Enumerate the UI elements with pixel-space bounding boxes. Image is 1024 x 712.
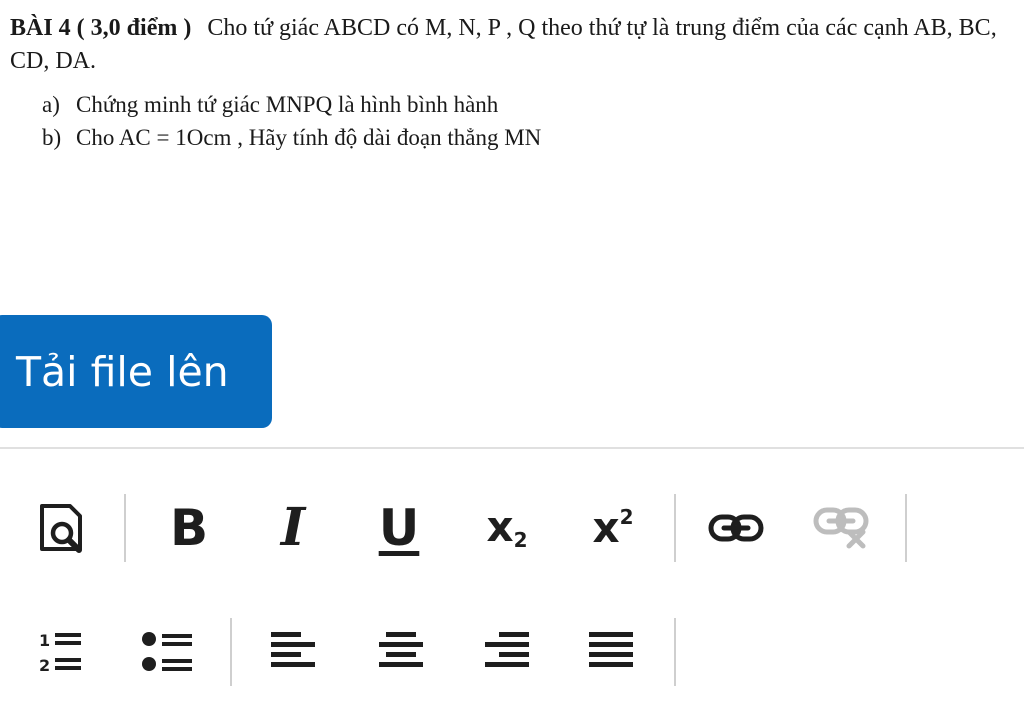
underline-icon: U: [378, 499, 420, 557]
bullet-list-button[interactable]: [128, 612, 208, 692]
link-icon: [708, 513, 764, 543]
link-button[interactable]: [696, 488, 776, 568]
align-center-button[interactable]: [361, 612, 441, 692]
align-justify-button[interactable]: [571, 612, 651, 692]
part-mark: b): [42, 125, 62, 150]
part-mark: a): [42, 92, 60, 117]
unlink-icon: [813, 506, 871, 550]
question-part-b: b) Cho AC = 1Ocm , Hãy tính độ dài đoạn …: [42, 121, 1010, 154]
unlink-button[interactable]: [802, 488, 882, 568]
italic-button[interactable]: I: [253, 488, 333, 568]
editor-toolbar-row-2: 1 2: [0, 612, 1024, 692]
preview-icon: [38, 503, 86, 553]
align-center-icon: [377, 630, 425, 674]
svg-text:2: 2: [39, 656, 50, 675]
svg-text:1: 1: [39, 631, 50, 650]
upload-file-button[interactable]: Tải file lên: [0, 315, 272, 428]
align-left-icon: [269, 630, 317, 674]
editor-top-divider: [0, 447, 1024, 449]
align-right-button[interactable]: [467, 612, 547, 692]
bold-button[interactable]: B: [149, 488, 229, 568]
align-right-icon: [483, 630, 531, 674]
superscript-icon: x2: [592, 503, 634, 552]
align-left-button[interactable]: [253, 612, 333, 692]
align-justify-icon: [587, 630, 635, 674]
question-block: BÀI 4 ( 3,0 điểm ) Cho tứ giác ABCD có M,…: [10, 12, 1010, 154]
part-text: Chứng minh tứ giác MNPQ là hình bình hàn…: [76, 92, 499, 117]
toolbar-separator: [905, 494, 907, 562]
superscript-button[interactable]: x2: [573, 488, 653, 568]
bold-icon: B: [169, 499, 209, 557]
numbered-list-button[interactable]: 1 2: [21, 612, 101, 692]
preview-button[interactable]: [22, 488, 102, 568]
toolbar-separator: [124, 494, 126, 562]
question-part-a: a) Chứng minh tứ giác MNPQ là hình bình …: [42, 88, 1010, 121]
part-text: Cho AC = 1Ocm , Hãy tính độ dài đoạn thẳ…: [76, 125, 542, 150]
question-heading: BÀI 4 ( 3,0 điểm ) Cho tứ giác ABCD có M,…: [10, 12, 1010, 78]
question-score: BÀI 4 ( 3,0 điểm ): [10, 15, 192, 41]
toolbar-separator: [674, 618, 676, 686]
underline-button[interactable]: U: [359, 488, 439, 568]
numbered-list-icon: 1 2: [37, 629, 85, 675]
question-parts: a) Chứng minh tứ giác MNPQ là hình bình …: [10, 88, 1010, 154]
italic-icon: I: [280, 497, 306, 558]
editor-toolbar-row-1: B I U x2 x2: [0, 488, 1024, 568]
subscript-icon: x2: [486, 502, 528, 552]
bullet-list-icon: [140, 629, 196, 675]
toolbar-separator: [230, 618, 232, 686]
subscript-button[interactable]: x2: [467, 488, 547, 568]
toolbar-separator: [674, 494, 676, 562]
